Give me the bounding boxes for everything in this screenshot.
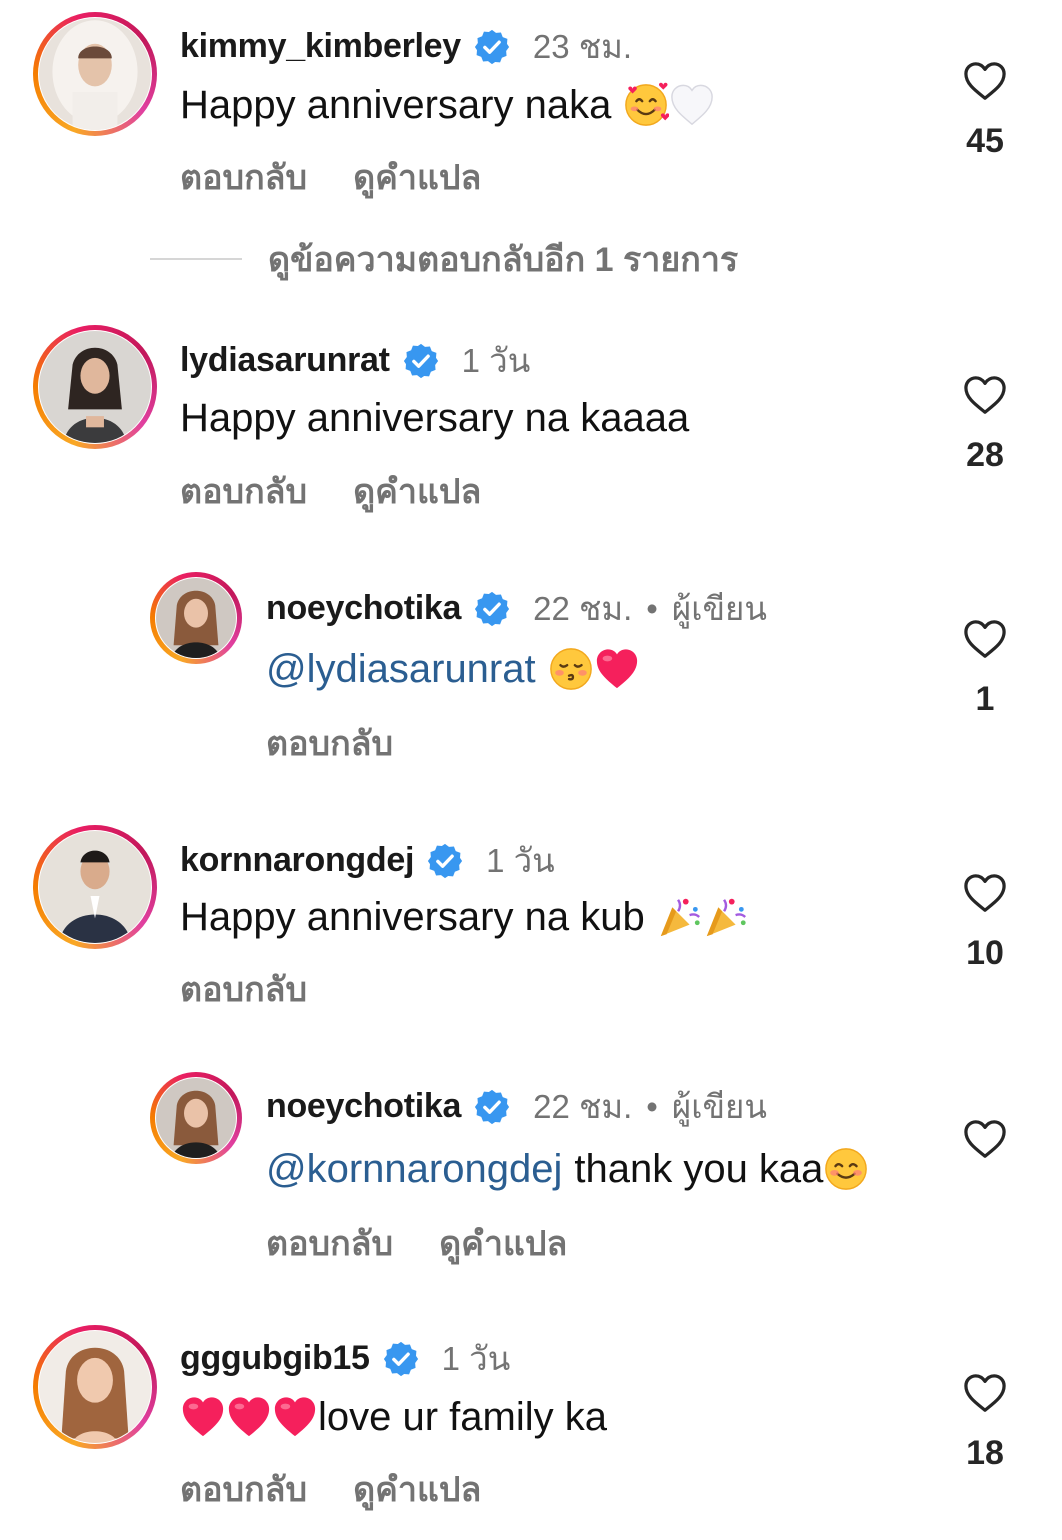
verified-badge-icon [402,342,440,380]
red-heart-icon [272,1394,318,1440]
verified-badge-icon [473,28,511,66]
avatar[interactable] [33,825,157,949]
heart-icon[interactable] [962,60,1008,102]
red-heart-icon [226,1394,272,1440]
see-translation-button[interactable]: ดูคำแปล [353,150,481,204]
avatar-photo-woman [39,331,151,443]
reply-button[interactable]: ตอบกลับ [180,962,307,1016]
author-label: ผู้เขียน [671,590,767,627]
reply-button[interactable]: ตอบกลับ [266,716,393,770]
comment-text: love ur family ka [318,1394,607,1439]
reply-button[interactable]: ตอบกลับ [180,150,307,204]
comment-text: Happy anniversary na kaaaa [180,396,690,440]
timestamp: 23 ชม. [532,28,633,65]
like-count: 45 [966,122,1004,160]
heart-icon[interactable] [962,374,1008,416]
red-heart-icon [180,1394,226,1440]
verified-badge-icon [473,590,511,628]
avatar-photo-bride [39,18,151,130]
comment-text: Happy anniversary naka [180,82,612,127]
author-label: ผู้เขียน [671,1088,767,1125]
username[interactable]: kornnarongdej [180,841,414,880]
heart-icon[interactable] [962,1372,1008,1414]
avatar[interactable] [150,572,242,664]
mention-link[interactable]: @lydiasarunrat [266,647,536,692]
comment-text: thank you kaa [574,1146,824,1191]
username[interactable]: noeychotika [266,589,461,628]
username[interactable]: gggubgib15 [180,1339,370,1378]
comment-text-row: love ur family ka [180,1394,607,1440]
like-count: 1 [975,680,995,718]
timestamp: 1 วัน [441,1340,511,1377]
see-translation-button[interactable]: ดูคำแปล [353,1462,481,1516]
avatar[interactable] [33,12,157,136]
comment-text-row: Happy anniversary na kub [180,894,749,940]
timestamp: 22 ชม. [533,590,633,627]
verified-badge-icon [426,842,464,880]
reply-button[interactable]: ตอบกลับ [266,1216,393,1270]
white-heart-icon [669,82,715,128]
reply-button[interactable]: ตอบกลับ [180,1462,307,1516]
comment-text-row: @kornnarongdej thank you kaa [266,1146,869,1192]
comment-text-row: Happy anniversary naka [180,82,715,128]
timestamp: 1 วัน [486,842,555,879]
avatar[interactable] [33,325,157,449]
avatar-photo-woman [39,1331,151,1443]
separator-dot: • [646,589,658,627]
heart-icon[interactable] [962,872,1008,914]
avatar-photo-woman [156,1078,236,1158]
reply: noeychotika 22 ชม. • ผู้เขียน @lydiasaru… [0,570,1062,770]
comment-text: Happy anniversary na kub [180,894,645,939]
see-translation-button[interactable]: ดูคำแปล [439,1216,567,1270]
red-heart-icon [594,646,640,692]
like-count: 18 [966,1434,1004,1472]
comment-text-row: @lydiasarunrat [266,646,640,692]
reply: noeychotika 22 ชม. • ผู้เขียน @kornnaron… [0,1070,1062,1270]
like-count: 28 [966,436,1004,474]
mention-link[interactable]: @kornnarongdej [266,1147,562,1192]
comment-text-row: Happy anniversary na kaaaa [180,396,689,441]
username[interactable]: kimmy_kimberley [180,27,461,66]
view-replies-button[interactable]: ดูข้อความตอบกลับอีก 1 รายการ [150,232,738,286]
divider [150,258,242,260]
like-count: 10 [966,934,1004,972]
verified-badge-icon [382,1340,420,1378]
avatar-photo-woman [156,578,236,658]
see-translation-button[interactable]: ดูคำแปล [353,464,481,518]
party-popper-icon [703,894,749,940]
reply-button[interactable]: ตอบกลับ [180,464,307,518]
comment: kornnarongdej 1 วัน Happy anniversary na… [0,820,1062,1020]
timestamp: 1 วัน [461,342,531,379]
party-popper-icon [657,894,703,940]
verified-badge-icon [473,1088,511,1126]
avatar[interactable] [150,1072,242,1164]
smiling-face-with-hearts-icon [623,82,670,128]
view-replies-label: ดูข้อความตอบกลับอีก 1 รายการ [268,241,739,279]
comment: gggubgib15 1 วัน love ur family ka ตอบกล… [0,1320,1062,1540]
avatar[interactable] [33,1325,157,1449]
avatar-photo-man-in-suit [39,831,151,943]
separator-dot: • [646,1087,658,1125]
timestamp: 22 ชม. [533,1088,633,1125]
comment: kimmy_kimberley 23 ชม. Happy anniversary… [0,0,1062,300]
username[interactable]: noeychotika [266,1087,461,1126]
heart-icon[interactable] [962,1118,1008,1160]
username[interactable]: lydiasarunrat [180,341,390,380]
kissing-face-icon [548,646,594,692]
heart-icon[interactable] [962,618,1008,660]
comment: lydiasarunrat 1 วัน Happy anniversary na… [0,320,1062,520]
smiling-face-icon [823,1146,869,1192]
